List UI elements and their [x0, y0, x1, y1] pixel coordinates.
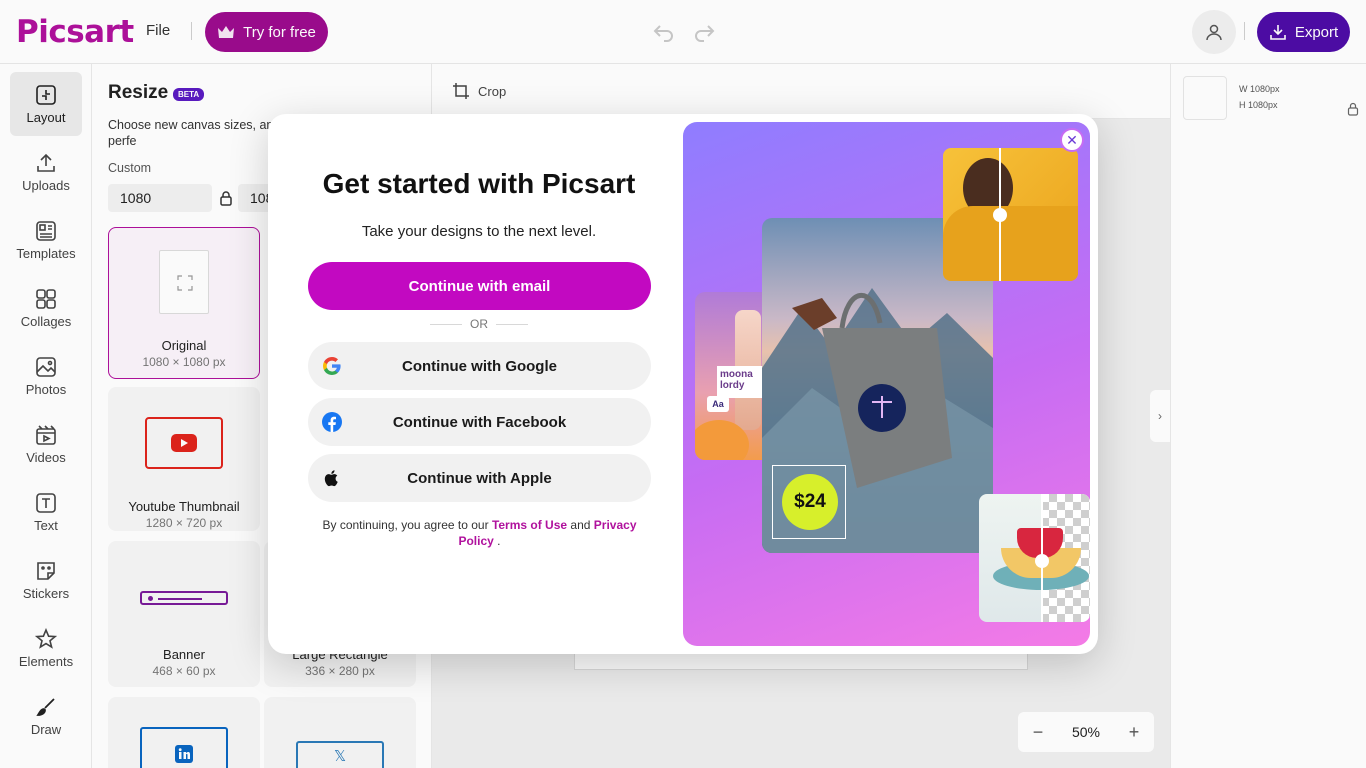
google-button-label: Continue with Google [402, 357, 557, 375]
google-icon [323, 357, 341, 375]
text-style-badge: Aa [707, 396, 729, 412]
bowls-photo-card [979, 494, 1090, 622]
terms-suffix: . [497, 534, 501, 548]
terms-prefix: By continuing, you agree to our [322, 518, 489, 532]
apple-icon [324, 470, 338, 487]
modal-title: Get started with Picsart [322, 168, 636, 199]
facebook-button-label: Continue with Facebook [392, 413, 567, 431]
promo-illustration: moona lordy Aa $24 [683, 122, 1090, 646]
or-divider: OR [430, 317, 528, 331]
signup-modal: Get started with Picsart Take your desig… [268, 114, 1098, 654]
continue-with-google-button[interactable]: Continue with Google [308, 342, 651, 390]
price-sticker: $24 [782, 474, 838, 530]
terms-and: and [570, 518, 591, 532]
facebook-icon [322, 412, 342, 432]
close-modal-button[interactable]: ✕ [1060, 128, 1084, 152]
continue-with-apple-button[interactable]: Continue with Apple [308, 454, 651, 502]
divider-line [496, 323, 528, 325]
terms-of-use-link[interactable]: Terms of Use [492, 518, 567, 532]
apple-button-label: Continue with Apple [407, 469, 552, 487]
terms-notice: By continuing, you agree to our Terms of… [308, 517, 651, 549]
close-icon: ✕ [1066, 131, 1078, 148]
continue-with-email-button[interactable]: Continue with email [308, 262, 651, 310]
divider-line [430, 323, 462, 325]
continue-with-facebook-button[interactable]: Continue with Facebook [308, 398, 651, 446]
or-label: OR [470, 317, 488, 331]
portrait-photo-card [943, 148, 1078, 281]
modal-subtitle: Take your designs to the next level. [361, 223, 597, 240]
